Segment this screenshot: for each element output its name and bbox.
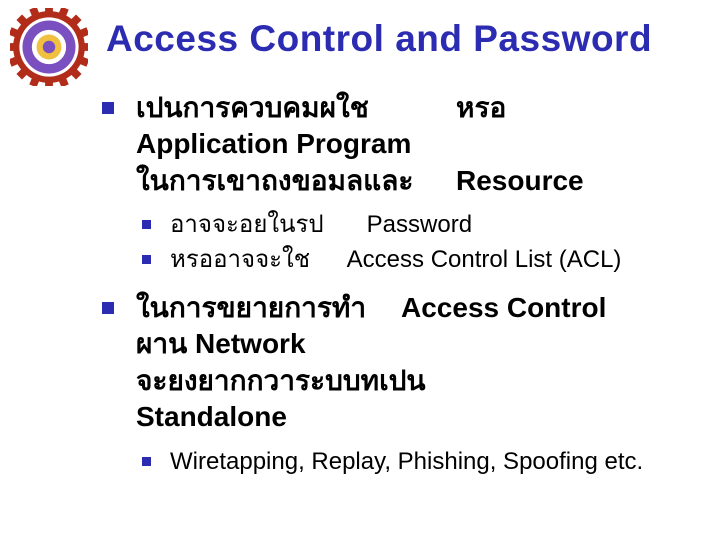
line-left: ในการขยายการทำ [136, 290, 401, 326]
line-left: อาจจะอยในรป [170, 209, 360, 241]
line-left: จะยงยากกวาระบบทเปน [136, 365, 426, 396]
square-bullet-icon [142, 220, 151, 229]
slide-body: เปนการควบคมผใช หรอ Application Program ใ… [102, 90, 712, 492]
sub-bullet-group: อาจจะอยในรป Password หรออาจจะใช Access C… [142, 209, 712, 276]
sub-bullet-item: อาจจะอยในรป Password [142, 209, 712, 241]
line-left: Standalone [136, 401, 287, 432]
sub-bullet-text: อาจจะอยในรป Password [170, 209, 712, 241]
line-left: Wiretapping, Replay, Phishing, Spoofing … [170, 448, 643, 475]
line-left: หรออาจจะใช [170, 244, 340, 276]
slide-title: Access Control and Password [106, 18, 652, 60]
line-left: ผาน Network [136, 328, 306, 359]
square-bullet-icon [142, 255, 151, 264]
square-bullet-icon [102, 302, 114, 314]
sub-bullet-item: Wiretapping, Replay, Phishing, Spoofing … [142, 446, 712, 478]
sub-bullet-item: หรออาจจะใช Access Control List (ACL) [142, 244, 712, 276]
bullet-text: ในการขยายการทำ Access Control ผาน Networ… [136, 290, 712, 436]
sub-bullet-text: หรออาจจะใช Access Control List (ACL) [170, 244, 712, 276]
line-left: เปนการควบคมผใช [136, 90, 456, 126]
line-right: Password [367, 209, 472, 241]
institution-logo-icon [10, 8, 88, 86]
bullet-item: ในการขยายการทำ Access Control ผาน Networ… [102, 290, 712, 436]
bullet-text: เปนการควบคมผใช หรอ Application Program ใ… [136, 90, 712, 199]
line-right: Resource [456, 163, 584, 199]
slide: Access Control and Password เปนการควบคมผ… [0, 0, 720, 540]
square-bullet-icon [102, 102, 114, 114]
line-left: ในการเขาถงขอมลและ [136, 163, 456, 199]
square-bullet-icon [142, 457, 151, 466]
line-left: Application Program [136, 126, 456, 162]
sub-bullet-text: Wiretapping, Replay, Phishing, Spoofing … [170, 446, 712, 478]
line-right: Access Control List (ACL) [347, 244, 622, 276]
bullet-item: เปนการควบคมผใช หรอ Application Program ใ… [102, 90, 712, 199]
line-right: Access Control [401, 290, 606, 326]
sub-bullet-group: Wiretapping, Replay, Phishing, Spoofing … [142, 446, 712, 478]
line-right: หรอ [456, 90, 506, 126]
